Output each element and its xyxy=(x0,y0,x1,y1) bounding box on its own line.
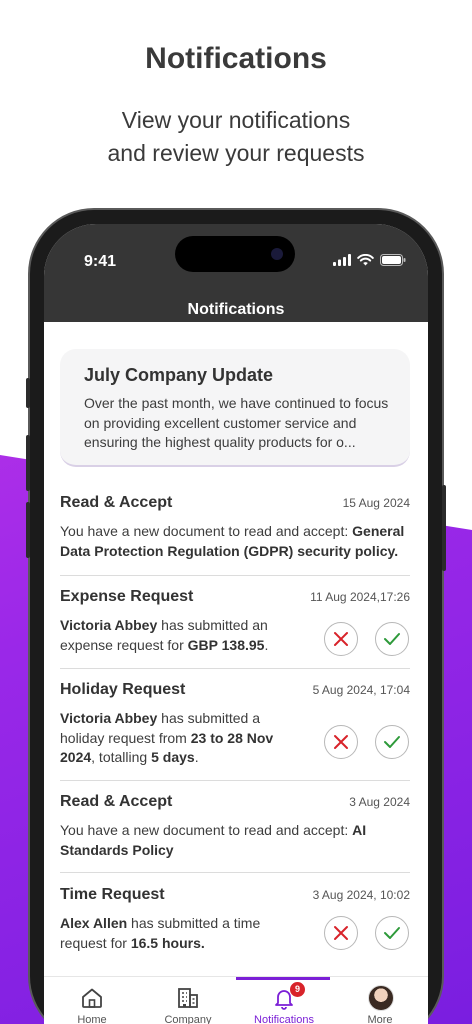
close-icon xyxy=(334,926,348,940)
notification-body: Victoria Abbey has submitted a holiday r… xyxy=(60,709,298,768)
notification-text: , totalling xyxy=(91,749,152,765)
notification-item[interactable]: Holiday Request 5 Aug 2024, 17:04 Victor… xyxy=(60,681,410,781)
status-icons xyxy=(333,254,406,266)
phone-side-button xyxy=(442,485,446,571)
check-icon xyxy=(384,633,400,645)
notification-title: Read & Accept xyxy=(60,494,173,511)
app-header: 9:41 Notifications xyxy=(44,224,428,322)
notification-title: Time Request xyxy=(60,886,165,903)
tab-notifications[interactable]: 9 Notifications xyxy=(236,977,332,1024)
active-tab-indicator xyxy=(236,977,330,980)
bottom-tab-bar: Home Company 9 Notifications More xyxy=(44,976,428,1024)
notification-body: Alex Allen has submitted a time request … xyxy=(60,914,295,953)
notification-date: 5 Aug 2024, 17:04 xyxy=(312,683,410,697)
phone-frame: 9:41 Notifications July Company Update O… xyxy=(26,210,446,1024)
promo-title: Notifications xyxy=(145,42,327,75)
notification-item[interactable]: Read & Accept 3 Aug 2024 You have a new … xyxy=(60,793,410,873)
notification-date: 15 Aug 2024 xyxy=(342,496,410,510)
tab-label: Notifications xyxy=(254,1014,314,1024)
notification-body: You have a new document to read and acce… xyxy=(60,522,410,561)
tab-company[interactable]: Company xyxy=(140,977,236,1024)
notification-badge: 9 xyxy=(290,982,305,997)
check-icon xyxy=(384,736,400,748)
accept-button[interactable] xyxy=(375,916,409,950)
close-icon xyxy=(334,735,348,749)
reject-button[interactable] xyxy=(324,622,358,656)
notification-item[interactable]: Read & Accept 15 Aug 2024 You have a new… xyxy=(60,494,410,576)
tab-label: Company xyxy=(164,1014,212,1024)
notification-date: 3 Aug 2024 xyxy=(349,795,410,809)
wifi-icon xyxy=(357,254,374,266)
notification-body: Victoria Abbey has submitted an expense … xyxy=(60,616,295,655)
tab-label: Home xyxy=(77,1014,107,1024)
status-time: 9:41 xyxy=(84,253,117,270)
dynamic-island xyxy=(175,236,295,272)
camera-icon xyxy=(271,248,283,260)
battery-icon xyxy=(380,254,406,266)
announcement-text: Over the past month, we have continued t… xyxy=(84,395,389,450)
phone-side-button xyxy=(26,502,30,558)
notification-text: You have a new document to read and acce… xyxy=(60,822,353,838)
notification-item[interactable]: Time Request 3 Aug 2024, 10:02 Alex Alle… xyxy=(60,886,410,966)
reject-button[interactable] xyxy=(324,725,358,759)
notification-title: Holiday Request xyxy=(60,681,186,698)
notification-text: You have a new document to read and acce… xyxy=(60,523,353,539)
expense-amount: GBP 138.95 xyxy=(187,636,265,653)
promo-subtitle-line2: and review your requests xyxy=(107,140,365,166)
notification-text: . xyxy=(194,749,199,765)
avatar xyxy=(368,985,394,1011)
announcement-title: July Company Update xyxy=(84,365,274,385)
notification-text: . xyxy=(264,636,269,653)
tab-home[interactable]: Home xyxy=(44,977,140,1024)
accept-button[interactable] xyxy=(375,622,409,656)
notification-title: Read & Accept xyxy=(60,793,173,810)
tab-more[interactable]: More xyxy=(332,977,428,1024)
requester-name: Victoria Abbey xyxy=(60,617,158,633)
phone-side-button xyxy=(26,435,30,491)
time-hours: 16.5 hours. xyxy=(130,934,205,951)
app-screen: 9:41 Notifications July Company Update O… xyxy=(44,224,428,1024)
requester-name: Victoria Abbey xyxy=(60,710,158,726)
building-icon xyxy=(178,988,198,1008)
home-icon xyxy=(82,988,102,1008)
check-icon xyxy=(384,927,400,939)
page-title: Notifications xyxy=(187,301,285,318)
notification-date: 11 Aug 2024,17:26 xyxy=(310,590,410,604)
holiday-days: 5 days xyxy=(151,749,195,765)
tab-label: More xyxy=(367,1014,393,1024)
notification-date: 3 Aug 2024, 10:02 xyxy=(312,888,410,902)
close-icon xyxy=(334,632,348,646)
notification-title: Expense Request xyxy=(60,588,194,605)
reject-button[interactable] xyxy=(324,916,358,950)
requester-name: Alex Allen xyxy=(60,915,128,931)
signal-icon xyxy=(333,254,351,266)
promo-subtitle: View your notifications and review your … xyxy=(0,104,472,170)
notification-body: You have a new document to read and acce… xyxy=(60,821,410,860)
accept-button[interactable] xyxy=(375,725,409,759)
phone-side-button xyxy=(26,378,30,408)
announcement-card[interactable]: July Company Update Over the past month,… xyxy=(60,349,410,467)
notification-item[interactable]: Expense Request 11 Aug 2024,17:26 Victor… xyxy=(60,588,410,669)
promo-subtitle-line1: View your notifications xyxy=(121,107,351,133)
